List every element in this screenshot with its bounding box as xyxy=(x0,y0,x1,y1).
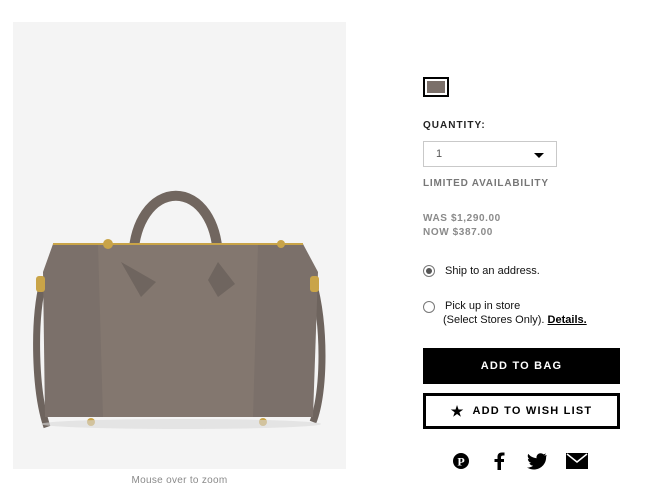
wishlist-label: ADD TO WISH LIST xyxy=(472,405,593,417)
availability-status: LIMITED AVAILABILITY xyxy=(423,178,549,189)
price-now: NOW $387.00 xyxy=(423,227,493,238)
email-icon[interactable] xyxy=(566,451,588,471)
radio-selected-dot xyxy=(426,268,432,274)
details-link[interactable]: Details. xyxy=(548,314,587,326)
facebook-icon[interactable] xyxy=(488,451,510,471)
ship-radio[interactable] xyxy=(423,265,435,277)
pickup-sublabel: (Select Stores Only). Details. xyxy=(443,314,587,326)
quantity-label: QUANTITY: xyxy=(423,120,486,131)
star-icon: ★ xyxy=(450,403,465,419)
color-swatch[interactable] xyxy=(423,77,449,97)
chevron-down-icon xyxy=(534,153,544,158)
twitter-icon[interactable] xyxy=(526,451,548,471)
ship-label: Ship to an address. xyxy=(445,265,540,277)
add-to-wishlist-button[interactable]: ★ ADD TO WISH LIST xyxy=(423,393,620,429)
svg-text:P: P xyxy=(457,455,464,469)
add-to-bag-button[interactable]: ADD TO BAG xyxy=(423,348,620,384)
zoom-hint: Mouse over to zoom xyxy=(131,475,228,486)
handbag-image xyxy=(33,190,326,429)
pickup-radio[interactable] xyxy=(423,301,435,313)
quantity-value: 1 xyxy=(436,148,443,160)
quantity-select[interactable]: 1 xyxy=(423,141,557,167)
price-was: WAS $1,290.00 xyxy=(423,213,501,224)
pickup-note: (Select Stores Only). xyxy=(443,314,545,326)
pinterest-icon[interactable]: P xyxy=(450,451,472,471)
pickup-label: Pick up in store xyxy=(445,300,521,312)
product-image[interactable] xyxy=(13,22,346,469)
color-swatch-fill xyxy=(427,81,445,93)
